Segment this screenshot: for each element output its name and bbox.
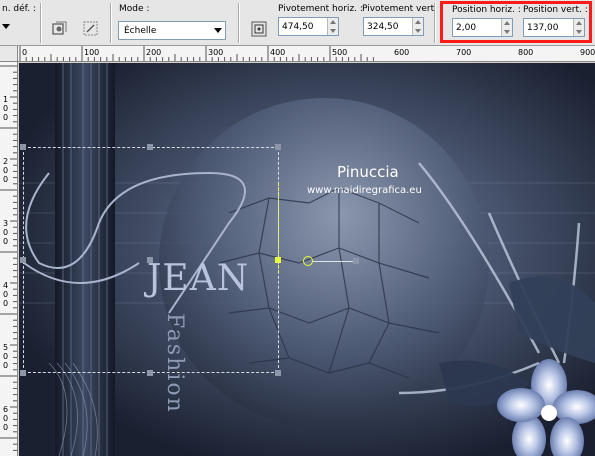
ruler-label: 5 xyxy=(3,343,8,352)
ruler-label: 0 xyxy=(3,104,8,113)
ruler-label: 300 xyxy=(208,48,223,57)
transform-handle[interactable] xyxy=(275,370,281,376)
ruler-label: 0 xyxy=(3,228,8,237)
separator xyxy=(238,3,239,43)
transform-handle[interactable] xyxy=(20,370,26,376)
spin-buttons[interactable] xyxy=(412,18,423,35)
ruler-label: 700 xyxy=(456,48,471,57)
pivot-icon xyxy=(251,21,267,37)
ruler-label: 100 xyxy=(84,48,99,57)
rotation-h-label: Pivotement horiz. : xyxy=(278,4,363,14)
rotation-handle[interactable] xyxy=(303,256,313,266)
image-canvas[interactable]: JEAN Fashion Pinuccia www.maidiregrafica… xyxy=(19,63,595,456)
chevron-down-icon xyxy=(214,28,222,33)
transform-handle[interactable] xyxy=(147,370,153,376)
transform-handle[interactable] xyxy=(20,257,26,263)
preset-dropdown-arrow[interactable] xyxy=(2,24,10,29)
ruler-label: 0 xyxy=(3,166,8,175)
rotation-arm-handle[interactable] xyxy=(353,258,359,264)
ruler-label: 4 xyxy=(3,281,8,290)
rotation-h-value: 474,50 xyxy=(282,21,314,32)
reset-icon xyxy=(52,21,67,35)
horizontal-ruler[interactable]: 0 100 200 300 400 500 600 700 800 900 xyxy=(18,46,595,62)
transform-handle[interactable] xyxy=(147,144,153,150)
ruler-label: 0 xyxy=(3,423,8,432)
transform-handle[interactable] xyxy=(20,144,26,150)
mode-select[interactable]: Échelle xyxy=(118,21,226,40)
transform-handle[interactable] xyxy=(275,144,281,150)
rotation-v-input[interactable]: 324,50 xyxy=(363,17,424,36)
mode-label: Mode : xyxy=(119,4,150,14)
transform-icon xyxy=(83,21,98,36)
ruler-label: 400 xyxy=(270,48,285,57)
separator xyxy=(40,3,41,43)
transform-options-button[interactable] xyxy=(80,18,102,40)
ruler-label: 6 xyxy=(3,405,8,414)
ruler-label: 1 xyxy=(3,95,8,104)
tool-options-toolbar: n. déf. : Mode : Échelle Pivotement hori… xyxy=(0,0,595,46)
watermark-url: www.maidiregrafica.eu xyxy=(307,185,422,196)
rotation-arm xyxy=(313,261,353,262)
pivot-center-button[interactable] xyxy=(248,18,270,40)
reset-transform-button[interactable] xyxy=(48,18,70,40)
ruler-label: 0 xyxy=(3,175,8,184)
pivot-guide xyxy=(278,183,279,273)
ruler-label: 0 xyxy=(3,299,8,308)
ruler-label: 0 xyxy=(3,414,8,423)
separator xyxy=(434,3,435,43)
transform-handle[interactable] xyxy=(147,257,153,263)
rotation-v-label: Pivotement vert. : xyxy=(362,4,443,14)
ruler-label: 200 xyxy=(146,48,161,57)
ruler-label: 0 xyxy=(3,113,8,122)
ruler-label: 900 xyxy=(580,48,595,57)
ruler-label: 800 xyxy=(518,48,533,57)
preset-label: n. déf. : xyxy=(2,4,36,14)
vertical-ruler-ticks: 100200300400500600 xyxy=(0,65,17,451)
ruler-label: 0 xyxy=(3,290,8,299)
ruler-label: 600 xyxy=(394,48,409,57)
ruler-label: 0 xyxy=(3,352,8,361)
watermark-name: Pinuccia xyxy=(337,163,399,181)
ruler-label: 2 xyxy=(3,157,8,166)
ruler-label: 500 xyxy=(332,48,347,57)
highlight-box xyxy=(440,1,592,43)
ruler-label: 3 xyxy=(3,219,8,228)
horizontal-ruler-ticks: 0 100 200 300 400 500 600 700 800 900 xyxy=(19,46,595,61)
ruler-corner xyxy=(0,46,18,62)
vertical-ruler[interactable]: 100200300400500600 xyxy=(0,62,18,456)
spin-buttons[interactable] xyxy=(327,18,338,35)
rotation-v-value: 324,50 xyxy=(367,21,399,32)
ruler-label: 0 xyxy=(22,48,27,57)
mode-select-value: Échelle xyxy=(124,25,157,36)
ruler-label: 0 xyxy=(3,237,8,246)
rotation-h-input[interactable]: 474,50 xyxy=(278,17,339,36)
ruler-label: 0 xyxy=(3,361,8,370)
separator xyxy=(110,3,111,43)
